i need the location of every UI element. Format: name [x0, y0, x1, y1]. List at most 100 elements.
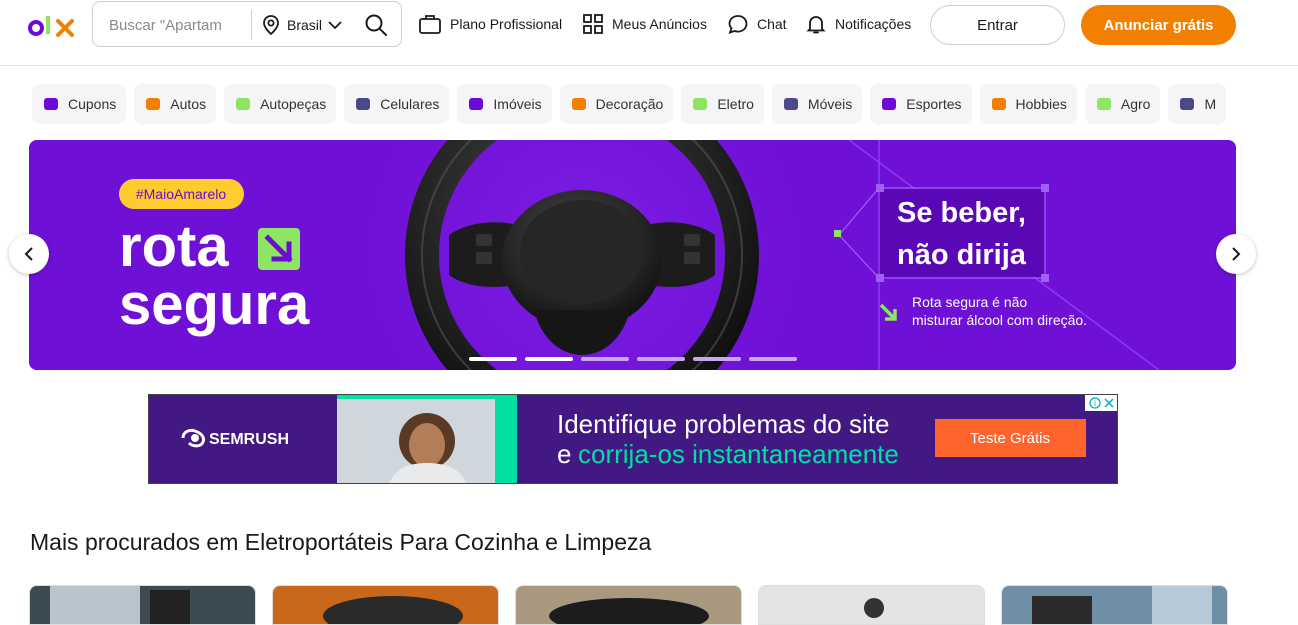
search-box: Brasil [92, 1, 402, 47]
product-thumbnail [1002, 586, 1227, 624]
nav-plano-profissional[interactable]: Plano Profissional [418, 13, 562, 35]
entrar-button[interactable]: Entrar [930, 5, 1065, 45]
olx-logo[interactable] [28, 12, 78, 38]
category-hobbies[interactable]: Hobbies [979, 84, 1077, 124]
chevron-left-icon [24, 247, 33, 261]
nav-notificacoes[interactable]: Notificações [805, 13, 911, 35]
category-cupons[interactable]: Cupons [32, 84, 127, 124]
category-label: Agro [1120, 96, 1151, 112]
header: Brasil Plano Profissional Meus Anúncios [0, 0, 1298, 66]
category-label: M [1204, 96, 1217, 112]
search-input[interactable] [107, 14, 241, 36]
category-list: Cupons Autos Autopeças Celulares Imóveis Deco… [32, 84, 1236, 124]
bus-icon [1180, 98, 1195, 110]
bell-icon [806, 16, 826, 34]
car-icon [146, 98, 161, 110]
category-agro[interactable]: Agro [1084, 84, 1161, 124]
category-moveis[interactable]: Móveis [771, 84, 863, 124]
banner-headline-line2: não dirija [897, 239, 1027, 271]
nav-notificacoes-label: Notificações [835, 16, 912, 32]
anunciar-gratis-button[interactable]: Anunciar grátis [1081, 5, 1236, 45]
carousel-dot[interactable] [637, 357, 685, 361]
chevron-down-icon [328, 21, 342, 30]
product-thumbnail [30, 586, 255, 624]
banner-subtext-line1: Rota segura é não [912, 294, 1027, 310]
banner-art: #MaioAmarelo rota segura Se beber, não d… [29, 140, 1236, 370]
category-label: Cupons [68, 96, 117, 112]
location-selector[interactable]: Brasil [261, 13, 342, 37]
ad-cta-button[interactable]: Teste Grátis [970, 430, 1050, 447]
ad-headline-line2-prefix: e [557, 439, 571, 469]
tire-icon [236, 98, 251, 110]
category-esportes[interactable]: Esportes [870, 84, 972, 124]
phone-icon [356, 98, 371, 110]
category-label: Autos [170, 96, 207, 112]
section-title: Mais procurados em Eletroportáteis Para … [30, 529, 652, 555]
category-label: Esportes [906, 96, 962, 112]
banner-headline-line1: Se beber, [897, 197, 1026, 229]
search-icon[interactable] [363, 12, 389, 38]
banner-title-line1: rota [119, 214, 229, 279]
svg-text:i: i [1094, 399, 1096, 408]
carousel-dot[interactable] [581, 357, 629, 361]
nav-meus-anuncios[interactable]: Meus Anúncios [582, 13, 707, 35]
chevron-right-icon [1232, 247, 1241, 261]
category-m[interactable]: M [1168, 84, 1227, 124]
carousel-next-button[interactable] [1216, 234, 1256, 274]
product-card[interactable] [758, 585, 985, 625]
nav-plano-label: Plano Profissional [450, 16, 563, 32]
banner-hashtag: #MaioAmarelo [136, 186, 226, 202]
nav-meus-anuncios-label: Meus Anúncios [612, 16, 707, 32]
location-label: Brasil [287, 17, 323, 33]
briefcase-icon [419, 15, 441, 34]
category-celulares[interactable]: Celulares [344, 84, 450, 124]
guitar-icon [991, 98, 1006, 110]
category-eletro[interactable]: Eletro [681, 84, 764, 124]
carousel-prev-button[interactable] [9, 234, 49, 274]
category-label: Hobbies [1015, 96, 1067, 112]
category-label: Móveis [807, 96, 853, 112]
carousel-dot[interactable] [749, 357, 797, 361]
product-card[interactable] [272, 585, 499, 625]
category-label: Eletro [717, 96, 754, 112]
ad-brand: SEMRUSH [209, 431, 289, 448]
carousel-dot[interactable] [693, 357, 741, 361]
product-card[interactable] [29, 585, 256, 625]
carousel-dot[interactable] [469, 357, 517, 361]
house-icon [469, 98, 484, 110]
product-thumbnail [759, 586, 984, 624]
ball-icon [882, 98, 897, 110]
search-divider [251, 10, 252, 40]
chat-bubble-icon [728, 15, 748, 34]
ad-headline-line2-highlight: corrija-os instantaneamente [578, 439, 899, 469]
coupon-icon [44, 98, 58, 110]
banner-subtext-line2: misturar álcool com direção. [912, 312, 1087, 328]
product-thumbnail [273, 586, 498, 624]
ad-art: SEMRUSH Identifique problemas do site e … [149, 395, 1117, 483]
semrush-ad[interactable]: SEMRUSH Identifique problemas do site e … [148, 394, 1118, 484]
category-label: Decoração [595, 96, 664, 112]
category-autos[interactable]: Autos [134, 84, 217, 124]
category-autopecas[interactable]: Autopeças [224, 84, 337, 124]
nav-chat-label: Chat [757, 16, 787, 32]
lamp-icon [571, 98, 586, 110]
category-label: Imóveis [493, 96, 542, 112]
tractor-icon [1096, 98, 1111, 110]
product-thumbnail [516, 586, 741, 624]
nav-chat[interactable]: Chat [727, 13, 787, 35]
sofa-icon [783, 98, 798, 110]
hero-banner[interactable]: #MaioAmarelo rota segura Se beber, não d… [29, 140, 1236, 370]
product-card[interactable] [1001, 585, 1228, 625]
category-decoracao[interactable]: Decoração [559, 84, 674, 124]
category-bar: Cupons Autos Autopeças Celulares Imóveis Deco… [32, 84, 1236, 124]
banner-title-line2: segura [119, 272, 310, 337]
category-label: Celulares [380, 96, 440, 112]
location-pin-icon [263, 15, 279, 36]
carousel-dot[interactable] [525, 357, 573, 361]
washer-icon [693, 98, 708, 110]
carousel-indicators [469, 357, 797, 361]
category-imoveis[interactable]: Imóveis [457, 84, 552, 124]
grid-icon [583, 14, 603, 34]
product-card[interactable] [515, 585, 742, 625]
category-label: Autopeças [260, 96, 327, 112]
